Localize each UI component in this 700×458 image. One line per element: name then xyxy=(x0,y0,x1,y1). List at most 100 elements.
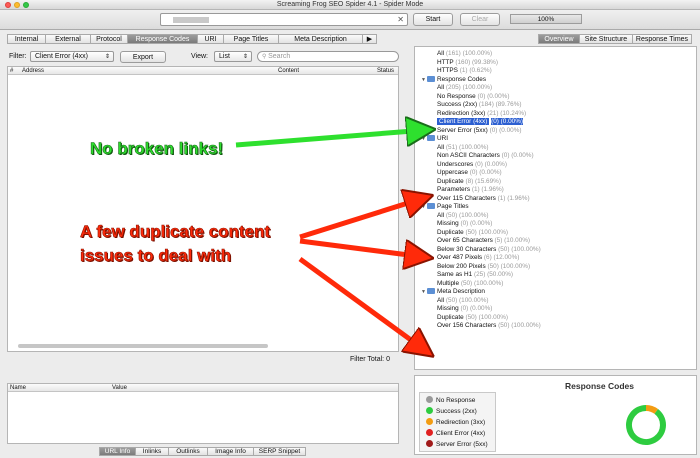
clear-url-icon[interactable]: ✕ xyxy=(397,15,404,24)
legend-label: Success (2xx) xyxy=(436,408,477,415)
tab-url-info[interactable]: URL Info xyxy=(99,447,136,456)
tree-item-label: URI xyxy=(437,135,449,142)
tab-inlinks[interactable]: Inlinks xyxy=(136,447,169,456)
tree-item-count: (0) (0.00%) xyxy=(460,220,493,227)
tree-item-count: (0) (0.00%) xyxy=(460,305,493,312)
legend-swatch xyxy=(426,418,433,425)
tree-item-count: (6) (12.00%) xyxy=(483,254,520,261)
tree-item-count: (0) (0.00%) xyxy=(477,92,510,100)
tab-page-titles[interactable]: Page Titles xyxy=(224,34,279,44)
clear-button[interactable]: Clear xyxy=(460,13,500,26)
tree-item[interactable]: Over 156 Characters (50) (100.00%) xyxy=(437,322,541,330)
tree-item-count: (1) (1.96%) xyxy=(471,186,504,193)
tree-item[interactable]: Parameters (1) (1.96%) xyxy=(437,186,504,194)
tree-item-label: No Response xyxy=(437,92,476,100)
url-redacted xyxy=(173,17,209,23)
filter-select[interactable]: Client Error (4xx) ⇕ xyxy=(30,51,114,62)
tree-item[interactable]: HTTPS (1) (0.62%) xyxy=(437,67,492,75)
tree-item[interactable]: Over 115 Characters (1) (1.96%) xyxy=(437,195,530,203)
column-status[interactable]: Status xyxy=(377,68,394,74)
tree-item[interactable]: Over 487 Pixels (6) (12.00%) xyxy=(437,254,519,262)
filter-total-value: 0 xyxy=(386,356,390,363)
tree-item-label: Multiple xyxy=(437,279,460,287)
tree-item-count: (8) (15.69%) xyxy=(465,177,501,185)
column-value[interactable]: Value xyxy=(112,385,127,391)
tree-item[interactable]: Underscores (0) (0.00%) xyxy=(437,161,507,169)
tree-item[interactable]: All (50) (100.00%) xyxy=(437,212,489,220)
tree-item[interactable]: Client Error (4xx) (0) (0.00%) xyxy=(437,118,524,126)
tree-item-label: Over 65 Characters xyxy=(437,237,493,244)
tree-item[interactable]: All (205) (100.00%) xyxy=(437,84,492,92)
tree-item[interactable]: HTTP (160) (99.38%) xyxy=(437,59,498,67)
column-content[interactable]: Content xyxy=(278,68,299,74)
tree-item[interactable]: All (50) (100.00%) xyxy=(437,297,489,305)
results-table-header: # Address Content Status xyxy=(8,67,398,75)
tree-item[interactable]: Missing (0) (0.00%) xyxy=(437,305,492,313)
tab-internal[interactable]: Internal xyxy=(7,34,46,44)
tree-item[interactable]: Multiple (50) (100.00%) xyxy=(437,280,503,288)
tree-item[interactable]: All (161) (100.00%) xyxy=(437,50,492,58)
url-input[interactable]: ✕ xyxy=(160,13,408,26)
tree-item[interactable]: Duplicate (50) (100.00%) xyxy=(437,229,508,237)
tab-response-times[interactable]: Response Times xyxy=(633,34,692,44)
tab-meta-description[interactable]: Meta Description xyxy=(279,34,363,44)
tab-image-info[interactable]: Image Info xyxy=(208,447,254,456)
tree-item[interactable]: Duplicate (8) (15.69%) xyxy=(437,178,501,186)
horizontal-scrollbar[interactable] xyxy=(18,344,268,348)
start-button[interactable]: Start xyxy=(413,13,453,26)
tabs-overflow-arrow[interactable]: ▶ xyxy=(363,34,377,44)
tree-item[interactable]: Server Error (5xx) (0) (0.00%) xyxy=(437,127,522,135)
tree-item-label: Response Codes xyxy=(437,75,487,83)
tree-folder[interactable]: ▼ Response Codes xyxy=(421,75,487,84)
tree-item[interactable]: Missing (0) (0.00%) xyxy=(437,220,492,228)
tree-item[interactable]: Over 65 Characters (5) (10.00%) xyxy=(437,237,530,245)
tree-item-count: (0) (0.00%) xyxy=(501,152,534,159)
tab-protocol[interactable]: Protocol xyxy=(91,34,128,44)
tree-item-count: (161) (100.00%) xyxy=(445,50,493,57)
filter-bar: Filter: Client Error (4xx) ⇕ Export View… xyxy=(7,50,399,64)
tab-external[interactable]: External xyxy=(46,34,91,44)
tree-folder[interactable]: ▼ Meta Description xyxy=(421,288,485,296)
select-arrows-icon: ⇕ xyxy=(242,54,248,60)
tree-item[interactable]: Below 30 Characters (50) (100.00%) xyxy=(437,246,541,254)
tree-item[interactable]: Below 200 Pixels (50) (100.00%) xyxy=(437,263,530,271)
legend-label: Client Error (4xx) xyxy=(436,430,486,437)
tab-site-structure[interactable]: Site Structure xyxy=(580,34,633,44)
response-codes-chart-panel: Response Codes No Response Success (2xx) R… xyxy=(414,375,697,455)
column-header[interactable]: # xyxy=(10,68,13,74)
tree-item[interactable]: All (51) (100.00%) xyxy=(437,144,489,152)
tree-folder[interactable]: ▼ Page Titles xyxy=(421,203,469,211)
search-input[interactable]: ⚲ Search xyxy=(257,51,399,62)
results-table[interactable]: # Address Content Status xyxy=(7,66,399,352)
view-select[interactable]: List ⇕ xyxy=(214,51,252,62)
tree-item[interactable]: Non ASCII Characters (0) (0.00%) xyxy=(437,152,534,160)
tree-item-count: (25) (50.00%) xyxy=(473,271,514,278)
tree-folder[interactable]: ▼ URI xyxy=(421,135,448,143)
tree-item[interactable]: Same as H1 (25) (50.00%) xyxy=(437,271,513,279)
tree-item-label: Redirection (3xx) xyxy=(437,109,486,117)
tab-uri[interactable]: URI xyxy=(198,34,224,44)
tree-item[interactable]: No Response (0) (0.00%) xyxy=(437,93,509,101)
overview-tree[interactable]: All (161) (100.00%) HTTP (160) (99.38%) HT… xyxy=(414,46,697,370)
window-title: Screaming Frog SEO Spider 4.1 - Spider M… xyxy=(276,1,424,8)
tree-item[interactable]: Uppercase (0) (0.00%) xyxy=(437,169,502,177)
tree-item-label: Underscores xyxy=(437,160,474,168)
tree-item-label: Duplicate xyxy=(437,177,464,185)
detail-table[interactable]: Name Value xyxy=(7,383,399,444)
tree-item-count: (1) (0.62%) xyxy=(459,67,492,74)
column-name[interactable]: Name xyxy=(10,385,26,391)
tree-item[interactable]: Duplicate (50) (100.00%) xyxy=(437,314,508,322)
column-address[interactable]: Address xyxy=(22,68,44,74)
tree-item-label: All xyxy=(437,296,445,304)
tab-serp-snippet[interactable]: SERP Snippet xyxy=(254,447,306,456)
tree-item[interactable]: Redirection (3xx) (21) (10.24%) xyxy=(437,110,526,118)
tree-item[interactable]: Success (2xx) (184) (89.76%) xyxy=(437,101,522,109)
annotation-no-broken-links: No broken links! xyxy=(90,139,224,159)
tree-item-label: Server Error (5xx) xyxy=(437,126,488,134)
tree-item-count: (50) (100.00%) xyxy=(465,313,509,321)
folder-icon xyxy=(427,135,435,141)
tab-response-codes[interactable]: Response Codes xyxy=(128,34,198,44)
tab-overview[interactable]: Overview xyxy=(538,34,580,44)
export-button[interactable]: Export xyxy=(120,51,166,63)
tab-outlinks[interactable]: Outlinks xyxy=(169,447,208,456)
